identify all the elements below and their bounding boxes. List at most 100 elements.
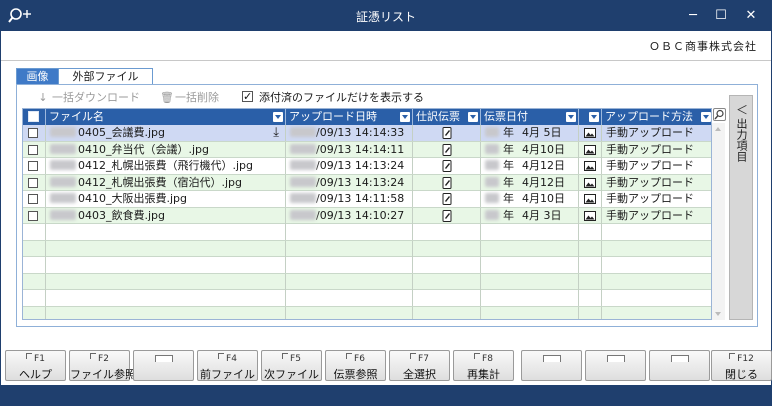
image-cell[interactable] [579, 174, 602, 191]
journal-slip-icon[interactable] [441, 176, 453, 189]
fkey-f4-button[interactable]: F4 前ファイル [197, 350, 258, 381]
fkey-f12-button[interactable]: F12 閉じる [711, 350, 772, 381]
upload-datetime-cell: /09/13 14:14:33 [286, 125, 413, 141]
minimize-button[interactable]: ─ [683, 6, 703, 26]
empty-cell [46, 306, 286, 319]
column-search-icon[interactable] [713, 108, 726, 121]
tab-images[interactable]: 画像 [16, 68, 59, 85]
fkey-f2-button[interactable]: F2 ファイル参照 [69, 350, 136, 381]
dropdown-icon[interactable] [589, 112, 599, 122]
row-select-cell[interactable] [23, 125, 46, 141]
fkey-empty-button[interactable] [521, 350, 582, 381]
row-select-cell[interactable] [23, 191, 46, 207]
file-name-cell[interactable]: 0410_大阪出張費.jpg [46, 191, 286, 207]
attached-only-checkbox[interactable] [242, 89, 253, 105]
row-checkbox[interactable] [28, 144, 38, 155]
file-name-cell[interactable]: 0412_札幌出張費（宿泊代）.jpg [46, 174, 286, 191]
image-cell[interactable] [579, 207, 602, 224]
fkey-empty-button[interactable] [585, 350, 646, 381]
bulk-download-button[interactable]: ↓ 一括ダウンロード [37, 90, 140, 106]
journal-cell[interactable] [413, 191, 481, 207]
image-icon[interactable] [584, 127, 596, 139]
fkey-f6-button[interactable]: F6 伝票参照 [325, 350, 386, 381]
attached-only-toggle[interactable]: 添付済のファイルだけを表示する [242, 89, 424, 106]
empty-cell [481, 273, 579, 290]
fkey-f5-button[interactable]: F5 次ファイル [261, 350, 322, 381]
dropdown-icon[interactable] [400, 112, 410, 122]
col-journal[interactable]: 仕訳伝票 [413, 109, 481, 125]
empty-cell [23, 224, 46, 240]
image-cell[interactable] [579, 191, 602, 207]
col-file-name[interactable]: ファイル名 [46, 109, 286, 125]
file-name-cell[interactable]: 0410_弁当代（会議）.jpg [46, 141, 286, 158]
journal-slip-icon[interactable] [441, 143, 453, 156]
journal-slip-icon[interactable] [441, 127, 453, 139]
file-name-cell[interactable]: 0412_札幌出張費（飛行機代）.jpg [46, 158, 286, 174]
table-row[interactable]: 0412_札幌出張費（宿泊代）.jpg/09/13 14:13:24 年 4月12日… [23, 174, 711, 191]
image-icon[interactable] [584, 144, 596, 156]
col-upload-datetime[interactable]: アップロード日時 [286, 109, 413, 125]
scroll-up-icon[interactable] [715, 127, 721, 131]
fkey-f7-button[interactable]: F7 全選択 [389, 350, 450, 381]
fkey-empty-button[interactable] [133, 350, 194, 381]
journal-cell[interactable] [413, 125, 481, 141]
col-slip-date-label: 伝票日付 [484, 110, 528, 123]
image-icon[interactable] [584, 177, 596, 189]
download-icon[interactable]: ⤓ [273, 125, 279, 141]
table-row[interactable]: 0410_大阪出張費.jpg/09/13 14:11:58 年 4月10日 手動アップ… [23, 191, 711, 208]
select-all-cell[interactable] [23, 109, 46, 125]
empty-cell [23, 273, 46, 290]
image-icon[interactable] [584, 193, 596, 205]
table-row[interactable]: 0405_会議費.jpg ⤓ /09/13 14:14:33 年 4月 5日 手動アップロ… [23, 125, 711, 142]
image-icon[interactable] [584, 210, 596, 222]
row-select-cell[interactable] [23, 158, 46, 174]
maximize-button[interactable]: ☐ [711, 6, 731, 26]
journal-cell[interactable] [413, 174, 481, 191]
journal-slip-icon[interactable] [441, 160, 453, 172]
tab-external-files[interactable]: 外部ファイル [58, 68, 153, 85]
journal-slip-icon[interactable] [441, 209, 453, 222]
image-cell[interactable] [579, 158, 602, 174]
image-cell[interactable] [579, 141, 602, 158]
col-image[interactable] [579, 109, 602, 125]
download-icon: ↓ [38, 91, 48, 104]
row-select-cell[interactable] [23, 141, 46, 158]
row-checkbox[interactable] [28, 128, 38, 138]
scroll-down-icon[interactable] [715, 312, 721, 316]
journal-cell[interactable] [413, 207, 481, 224]
upload-datetime: /09/13 14:11:58 [316, 192, 405, 205]
fkey-label: 次ファイル [264, 368, 319, 381]
file-name-cell[interactable]: 0405_会議費.jpg ⤓ [46, 125, 286, 141]
bulk-delete-button[interactable]: 🗑一括削除 [160, 90, 219, 106]
image-icon[interactable] [584, 160, 596, 172]
dropdown-icon[interactable] [468, 112, 478, 122]
dropdown-icon[interactable] [273, 112, 283, 122]
table-row[interactable]: 0412_札幌出張費（飛行機代）.jpg/09/13 14:13:24 年 4月12… [23, 158, 711, 175]
output-items-panel[interactable]: ＜ 出力項目 [729, 95, 753, 320]
col-slip-date[interactable]: 伝票日付 [481, 109, 579, 125]
journal-cell[interactable] [413, 158, 481, 174]
row-checkbox[interactable] [28, 161, 38, 171]
image-cell[interactable] [579, 125, 602, 141]
dropdown-icon[interactable] [566, 112, 576, 122]
row-checkbox[interactable] [28, 194, 38, 204]
table-row[interactable]: 0403_飲食費.jpg/09/13 14:10:27 年 4月 3日 手動アップロー… [23, 207, 711, 224]
col-upload-method[interactable]: アップロード方法 [602, 109, 711, 125]
table-row[interactable]: 0410_弁当代（会議）.jpg/09/13 14:14:11 年 4月10日 手動ア… [23, 141, 711, 158]
upload-datetime-cell: /09/13 14:13:24 [286, 158, 413, 174]
fkey-f8-button[interactable]: F8 再集計 [453, 350, 514, 381]
row-select-cell[interactable] [23, 207, 46, 224]
journal-slip-icon[interactable] [441, 193, 453, 205]
trash-icon: 🗑 [160, 91, 174, 104]
row-checkbox[interactable] [28, 210, 38, 221]
close-button[interactable]: ✕ [741, 6, 761, 26]
vertical-scrollbar[interactable] [712, 123, 725, 320]
fkey-empty-button[interactable] [649, 350, 710, 381]
journal-cell[interactable] [413, 141, 481, 158]
row-checkbox[interactable] [28, 177, 38, 188]
select-all-checkbox[interactable] [28, 111, 39, 122]
dropdown-icon[interactable] [701, 112, 711, 122]
fkey-f1-button[interactable]: F1 ヘルプ [5, 350, 66, 381]
file-name-cell[interactable]: 0403_飲食費.jpg [46, 207, 286, 224]
row-select-cell[interactable] [23, 174, 46, 191]
